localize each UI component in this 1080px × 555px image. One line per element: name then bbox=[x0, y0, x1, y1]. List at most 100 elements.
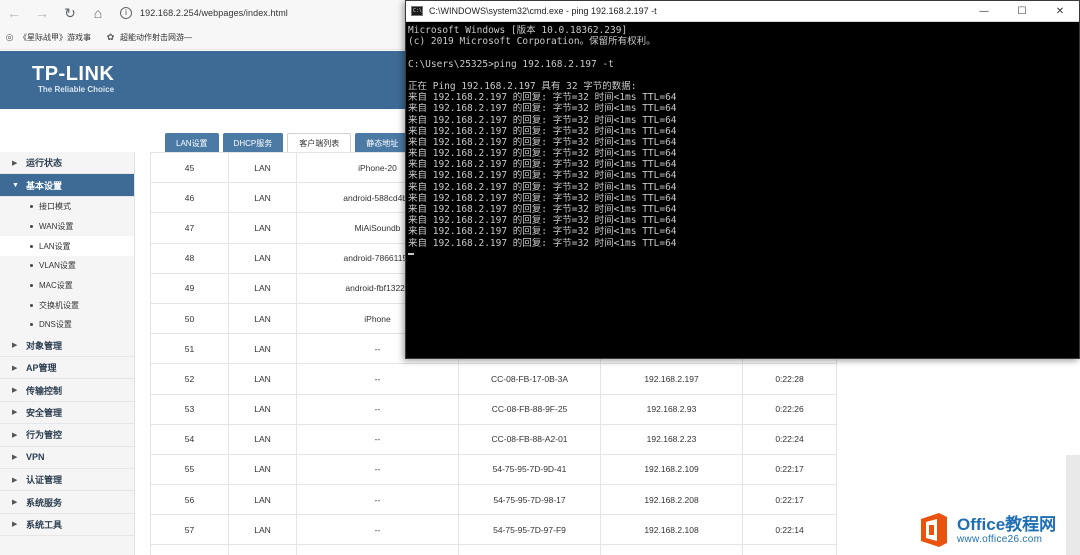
sidebar-item-behavior-control[interactable]: ▶ 行为管控 bbox=[0, 424, 134, 447]
minimize-icon[interactable]: — bbox=[965, 1, 1003, 22]
address-bar[interactable]: i 192.168.2.254/webpages/index.html bbox=[120, 3, 288, 23]
cell-index: 50 bbox=[150, 302, 229, 335]
cmd-titlebar[interactable]: C:\ C:\WINDOWS\system32\cmd.exe - ping 1… bbox=[406, 1, 1079, 22]
tab-static-address[interactable]: 静态地址 bbox=[355, 133, 410, 153]
cell-index: 53 bbox=[150, 393, 229, 425]
cell-lease-time: 0:22:17 bbox=[742, 484, 837, 516]
tab-client-list[interactable]: 客户端列表 bbox=[287, 133, 352, 153]
cell-lease-time: 0:22:26 bbox=[742, 393, 837, 425]
sidebar-item-object-management[interactable]: ▶ 对象管理 bbox=[0, 335, 134, 357]
table-row: 53 LAN -- CC-08-FB-88-9F-25 192.168.2.93 0:22… bbox=[150, 393, 837, 425]
cell-interface: LAN bbox=[228, 363, 297, 395]
sidebar-item-system-tools[interactable]: ▶ 系统工具 bbox=[0, 514, 134, 537]
submenu-item-mac-settings[interactable]: MAC设置 bbox=[0, 276, 134, 296]
sidebar-item-status[interactable]: ▶ 运行状态 bbox=[0, 152, 134, 175]
bookmark-item[interactable]: ◎ 《星际战甲》游戏事 bbox=[4, 32, 91, 43]
reload-icon[interactable]: ↻ bbox=[56, 0, 84, 26]
cell-interface: LAN bbox=[228, 302, 297, 335]
sidebar-item-vpn[interactable]: ▶ VPN bbox=[0, 447, 134, 469]
cmd-console[interactable]: Microsoft Windows [版本 10.0.18362.239] (c)… bbox=[406, 22, 1079, 255]
submenu-item-interface-mode[interactable]: 接口模式 bbox=[0, 197, 134, 217]
bullet-icon bbox=[30, 283, 33, 287]
sidebar-item-auth-management[interactable]: ▶ 认证管理 bbox=[0, 469, 134, 492]
bookmark-item[interactable]: ✿ 超能动作射击网游— bbox=[105, 32, 192, 43]
tab-dhcp-service[interactable]: DHCP服务 bbox=[222, 133, 284, 153]
cell-lease-time: 0:22:17 bbox=[742, 453, 837, 486]
cell-ip: 192.168.2.108 bbox=[600, 514, 743, 546]
watermark-url: www.office26.com bbox=[957, 533, 1043, 545]
submenu-item-wan-settings[interactable]: WAN设置 bbox=[0, 216, 134, 236]
cell-ip: 192.168.2.93 bbox=[600, 393, 743, 425]
sidebar-item-transfer-control[interactable]: ▶ 传输控制 bbox=[0, 379, 134, 402]
sidebar-item-label: 传输控制 bbox=[26, 385, 63, 396]
sidebar: ▶ 运行状态 ▼ 基本设置 接口模式 WAN设置 LAN设置 VLAN设置 MA… bbox=[0, 152, 135, 555]
cell-interface: LAN bbox=[228, 182, 297, 214]
cell-lease-time: 0:21:8 bbox=[742, 544, 837, 555]
cell-hostname: -- bbox=[296, 393, 459, 425]
maximize-icon[interactable]: ☐ bbox=[1003, 1, 1041, 22]
sidebar-item-basic-settings[interactable]: ▼ 基本设置 bbox=[0, 174, 134, 197]
cell-hostname: -- bbox=[296, 514, 459, 546]
sidebar-item-security-management[interactable]: ▶ 安全管理 bbox=[0, 402, 134, 425]
cell-hostname: -- bbox=[296, 363, 459, 395]
tplink-logo: TP-LINK bbox=[32, 63, 115, 85]
close-icon[interactable]: ✕ bbox=[1041, 1, 1079, 22]
chevron-right-icon: ▶ bbox=[12, 499, 18, 507]
console-line: 来自 192.168.2.197 的回复: 字节=32 时间<1ms TTL=6… bbox=[408, 159, 677, 171]
submenu-item-vlan-settings[interactable]: VLAN设置 bbox=[0, 256, 134, 276]
logo-slogan: The Reliable Choice bbox=[38, 85, 115, 94]
console-line: Microsoft Windows [版本 10.0.18362.239] bbox=[408, 25, 628, 36]
sidebar-item-label: 系统服务 bbox=[26, 497, 63, 508]
cell-index: 48 bbox=[150, 242, 229, 274]
cell-interface: LAN bbox=[228, 484, 297, 516]
sidebar-item-label: 系统工具 bbox=[26, 519, 63, 530]
cell-lease-time: 0:22:24 bbox=[742, 423, 837, 455]
bullet-icon bbox=[30, 205, 33, 209]
console-line: 来自 192.168.2.197 的回复: 字节=32 时间<1ms TTL=6… bbox=[408, 148, 677, 160]
info-icon[interactable]: i bbox=[120, 7, 132, 19]
bullet-icon bbox=[30, 303, 33, 307]
console-line: 来自 192.168.2.197 的回复: 字节=32 时间<1ms TTL=6… bbox=[408, 92, 677, 104]
console-line: 来自 192.168.2.197 的回复: 字节=32 时间<1ms TTL=6… bbox=[408, 103, 677, 115]
console-line: 来自 192.168.2.197 的回复: 字节=32 时间<1ms TTL=6… bbox=[408, 192, 677, 204]
cmd-window[interactable]: C:\ C:\WINDOWS\system32\cmd.exe - ping 1… bbox=[405, 0, 1080, 359]
cell-index: 57 bbox=[150, 514, 229, 546]
console-line: 来自 192.168.2.197 的回复: 字节=32 时间<1ms TTL=6… bbox=[408, 125, 677, 137]
cell-interface: LAN bbox=[228, 514, 297, 546]
console-line: 来自 192.168.2.197 的回复: 字节=32 时间<1ms TTL=6… bbox=[408, 114, 677, 126]
home-icon[interactable]: ⌂ bbox=[84, 0, 112, 26]
tab-lan-settings[interactable]: LAN设置 bbox=[165, 133, 219, 153]
cell-index: 58 bbox=[150, 544, 229, 555]
cell-interface: LAN bbox=[228, 212, 297, 244]
url-text[interactable]: 192.168.2.254/webpages/index.html bbox=[140, 8, 288, 18]
chevron-right-icon: ▶ bbox=[12, 364, 18, 372]
globe-icon: ◎ bbox=[5, 32, 14, 42]
submenu-item-lan-settings[interactable]: LAN设置 bbox=[0, 236, 134, 256]
console-line: 来自 192.168.2.197 的回复: 字节=32 时间<1ms TTL=6… bbox=[408, 204, 677, 215]
cell-hostname: -- bbox=[296, 423, 459, 455]
forward-arrow-icon[interactable]: → bbox=[28, 0, 56, 26]
table-row: 57 LAN -- 54-75-95-7D-97-F9 192.168.2.108 0:2… bbox=[150, 514, 837, 546]
table-row: 56 LAN -- 54-75-95-7D-98-17 192.168.2.208 0:2… bbox=[150, 484, 837, 516]
chevron-right-icon: ▶ bbox=[12, 387, 18, 395]
cell-hostname: LAPTOP-FC7F5165 bbox=[296, 544, 459, 555]
chevron-right-icon: ▶ bbox=[12, 409, 18, 417]
cell-mac: 9C-30-5B-26-37-81 bbox=[458, 544, 601, 555]
sidebar-item-label: 行为管控 bbox=[26, 430, 63, 441]
cell-interface: LAN bbox=[228, 544, 297, 555]
watermark-title: Office教程网 bbox=[957, 514, 1057, 534]
submenu-item-dns-settings[interactable]: DNS设置 bbox=[0, 315, 134, 335]
back-arrow-icon[interactable]: ← bbox=[0, 0, 28, 26]
sidebar-item-ap-management[interactable]: ▶ AP管理 bbox=[0, 357, 134, 380]
cell-hostname: -- bbox=[296, 453, 459, 486]
submenu-item-label: MAC设置 bbox=[39, 280, 73, 290]
bullet-icon bbox=[30, 224, 33, 228]
tab-bar: LAN设置 DHCP服务 客户端列表 静态地址 bbox=[165, 133, 413, 153]
chevron-right-icon: ▶ bbox=[12, 521, 18, 529]
submenu-item-switch-settings[interactable]: 交换机设置 bbox=[0, 295, 134, 315]
bullet-icon bbox=[30, 264, 33, 268]
sidebar-item-system-services[interactable]: ▶ 系统服务 bbox=[0, 491, 134, 514]
cell-mac: 54-75-95-7D-9D-41 bbox=[458, 453, 601, 486]
table-row: 54 LAN -- CC-08-FB-88-A2-01 192.168.2.23 0:22… bbox=[150, 423, 837, 455]
